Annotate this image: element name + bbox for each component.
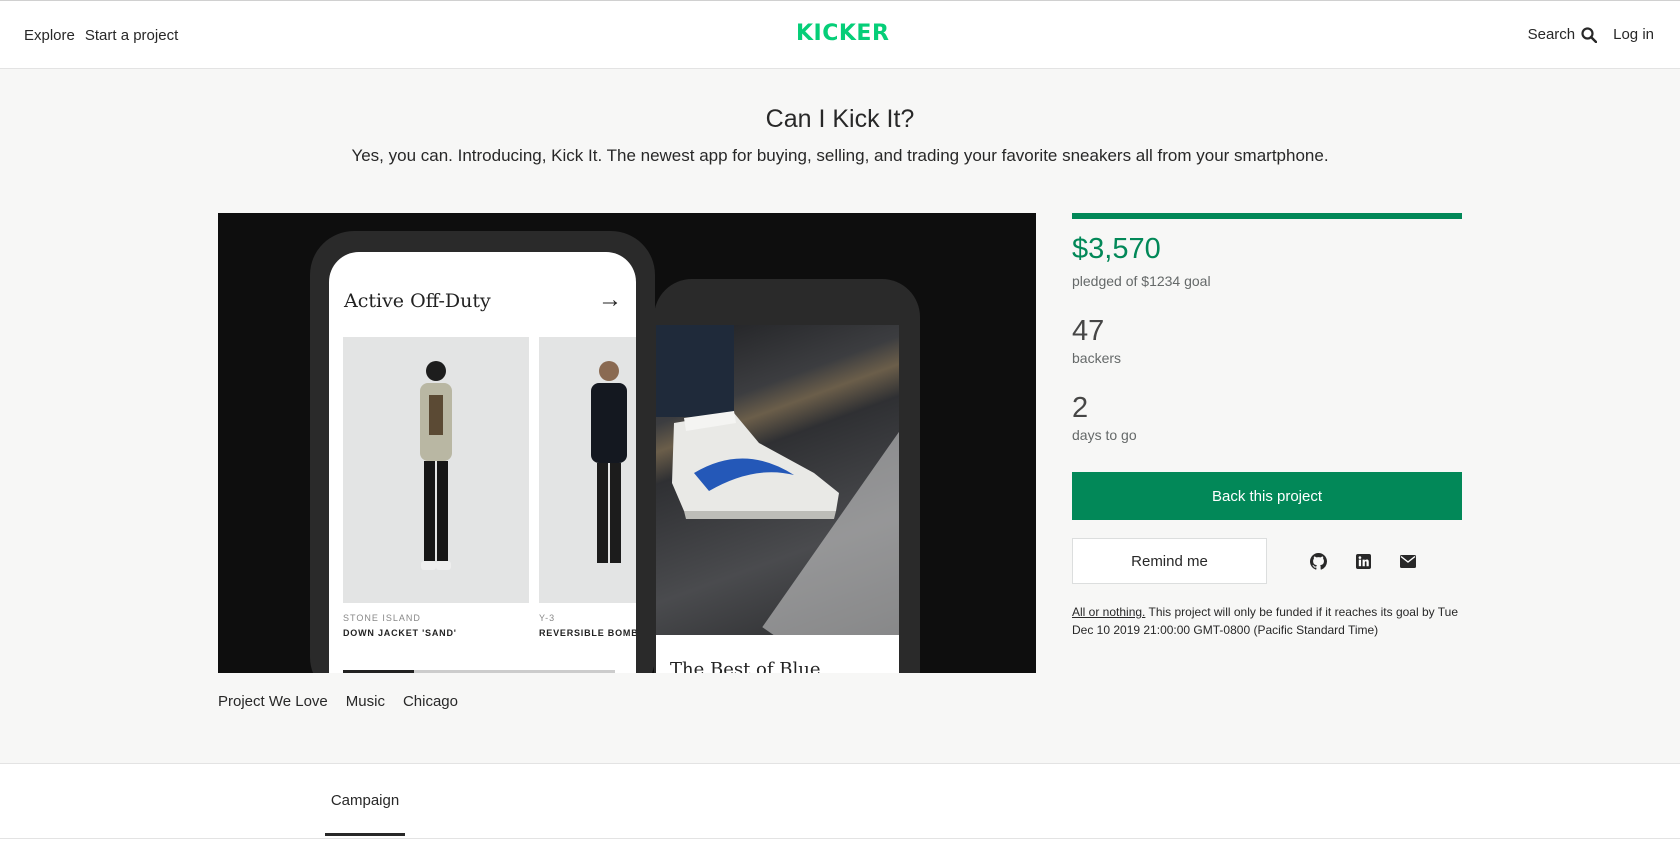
backers-label: backers — [1072, 350, 1122, 366]
card-brand: STONE ISLAND — [343, 613, 421, 623]
model-figure-icon — [591, 361, 627, 563]
nav-left: Explore Start a project — [24, 27, 178, 44]
days-to-go-count: 2 — [1072, 392, 1089, 424]
phone-screen-right: The Best of Blue — [656, 325, 899, 673]
tag-music[interactable]: Music — [346, 693, 385, 710]
email-icon[interactable] — [1399, 552, 1417, 570]
tag-project-we-love[interactable]: Project We Love — [218, 693, 328, 710]
login-link[interactable]: Log in — [1613, 26, 1654, 43]
carousel-scrollbar — [343, 670, 615, 673]
funding-progress-bar — [1072, 213, 1462, 219]
all-or-nothing-link[interactable]: All or nothing. — [1072, 605, 1145, 619]
tag-chicago[interactable]: Chicago — [403, 693, 458, 710]
card-name: DOWN JACKET 'SAND' — [343, 628, 457, 638]
card-name: REVERSIBLE BOMBER — [539, 628, 636, 638]
github-icon[interactable] — [1309, 552, 1327, 570]
back-project-button[interactable]: Back this project — [1072, 472, 1462, 520]
model-figure-icon — [420, 361, 452, 570]
carousel-scroll-thumb — [343, 670, 414, 673]
search-label: Search — [1527, 26, 1576, 43]
project-tags: Project We Love Music Chicago — [218, 693, 458, 710]
sneaker-icon — [672, 411, 839, 519]
project-tab-bar: Campaign — [0, 764, 1680, 844]
card-brand: Y-3 — [539, 613, 556, 623]
tab-bar-divider — [0, 838, 1680, 839]
project-title: Can I Kick It? — [765, 105, 915, 133]
product-card — [343, 337, 529, 603]
project-hero: Can I Kick It? Yes, you can. Introducing… — [0, 69, 1680, 764]
pledged-label: pledged of $1234 goal — [1072, 273, 1211, 289]
pledged-amount: $3,570 — [1072, 233, 1161, 265]
funding-note: All or nothing. This project will only b… — [1072, 603, 1472, 639]
share-icons — [1309, 552, 1417, 570]
phone-screen-left: Active Off-Duty → STONE ISLAND DOWN JACK… — [329, 252, 636, 673]
arrow-right-icon: → — [598, 286, 622, 313]
backers-count: 47 — [1072, 315, 1105, 347]
project-subtitle: Yes, you can. Introducing, Kick It. The … — [351, 146, 1329, 165]
explore-link[interactable]: Explore — [24, 27, 75, 44]
kicker-logo[interactable]: KICKER — [796, 21, 889, 46]
remind-me-button[interactable]: Remind me — [1072, 538, 1267, 584]
start-project-link[interactable]: Start a project — [85, 27, 178, 44]
tab-campaign[interactable]: Campaign — [325, 792, 405, 836]
funding-progress-fill — [1072, 213, 1462, 219]
phone-card-title: The Best of Blue — [670, 659, 821, 673]
days-to-go-label: days to go — [1072, 427, 1137, 443]
product-card — [539, 337, 636, 603]
phone-screen-title: Active Off-Duty — [344, 290, 491, 312]
search-icon — [1581, 26, 1598, 43]
project-image[interactable]: Active Off-Duty → STONE ISLAND DOWN JACK… — [218, 213, 1036, 673]
linkedin-icon[interactable] — [1354, 552, 1372, 570]
nav-right: Search Log in — [1528, 26, 1654, 43]
site-header: Explore Start a project KICKER Search Lo… — [0, 0, 1680, 69]
phone-card: The Best of Blue — [656, 635, 899, 673]
search-button[interactable]: Search — [1528, 26, 1598, 43]
